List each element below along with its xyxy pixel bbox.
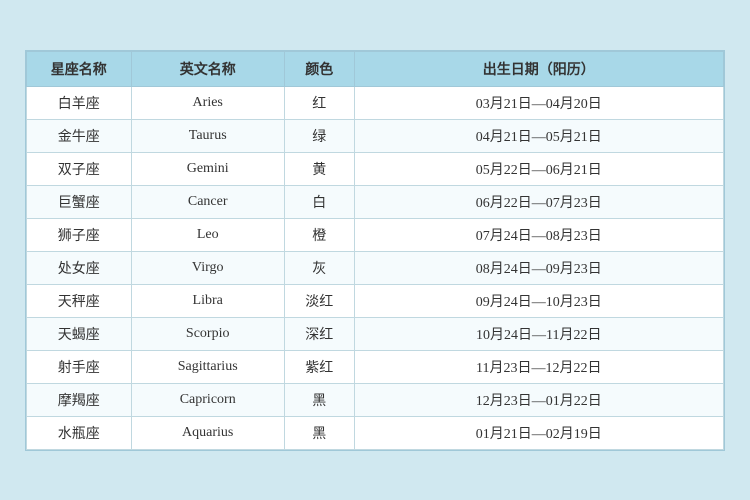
zodiac-table-container: 星座名称 英文名称 颜色 出生日期（阳历） 白羊座Aries红03月21日—04… <box>25 50 725 451</box>
table-row: 巨蟹座Cancer白06月22日—07月23日 <box>27 185 724 218</box>
cell-date: 11月23日—12月22日 <box>354 350 723 383</box>
cell-color: 黑 <box>284 416 354 449</box>
cell-english: Cancer <box>131 185 284 218</box>
cell-chinese: 巨蟹座 <box>27 185 132 218</box>
table-row: 水瓶座Aquarius黑01月21日—02月19日 <box>27 416 724 449</box>
cell-english: Libra <box>131 284 284 317</box>
cell-english: Aquarius <box>131 416 284 449</box>
cell-english: Leo <box>131 218 284 251</box>
cell-english: Aries <box>131 86 284 119</box>
table-row: 金牛座Taurus绿04月21日—05月21日 <box>27 119 724 152</box>
table-row: 白羊座Aries红03月21日—04月20日 <box>27 86 724 119</box>
cell-english: Sagittarius <box>131 350 284 383</box>
cell-color: 灰 <box>284 251 354 284</box>
cell-date: 03月21日—04月20日 <box>354 86 723 119</box>
cell-chinese: 处女座 <box>27 251 132 284</box>
cell-english: Virgo <box>131 251 284 284</box>
cell-date: 07月24日—08月23日 <box>354 218 723 251</box>
table-row: 摩羯座Capricorn黑12月23日—01月22日 <box>27 383 724 416</box>
cell-date: 12月23日—01月22日 <box>354 383 723 416</box>
cell-date: 01月21日—02月19日 <box>354 416 723 449</box>
table-row: 天蝎座Scorpio深红10月24日—11月22日 <box>27 317 724 350</box>
cell-color: 深红 <box>284 317 354 350</box>
cell-chinese: 摩羯座 <box>27 383 132 416</box>
cell-chinese: 金牛座 <box>27 119 132 152</box>
cell-date: 08月24日—09月23日 <box>354 251 723 284</box>
cell-chinese: 双子座 <box>27 152 132 185</box>
table-body: 白羊座Aries红03月21日—04月20日金牛座Taurus绿04月21日—0… <box>27 86 724 449</box>
table-row: 狮子座Leo橙07月24日—08月23日 <box>27 218 724 251</box>
table-row: 处女座Virgo灰08月24日—09月23日 <box>27 251 724 284</box>
cell-chinese: 水瓶座 <box>27 416 132 449</box>
cell-date: 10月24日—11月22日 <box>354 317 723 350</box>
cell-english: Taurus <box>131 119 284 152</box>
table-header-row: 星座名称 英文名称 颜色 出生日期（阳历） <box>27 51 724 86</box>
cell-chinese: 天秤座 <box>27 284 132 317</box>
header-date: 出生日期（阳历） <box>354 51 723 86</box>
cell-date: 06月22日—07月23日 <box>354 185 723 218</box>
header-color: 颜色 <box>284 51 354 86</box>
cell-color: 绿 <box>284 119 354 152</box>
table-row: 射手座Sagittarius紫红11月23日—12月22日 <box>27 350 724 383</box>
table-row: 天秤座Libra淡红09月24日—10月23日 <box>27 284 724 317</box>
cell-date: 09月24日—10月23日 <box>354 284 723 317</box>
header-chinese: 星座名称 <box>27 51 132 86</box>
header-english: 英文名称 <box>131 51 284 86</box>
cell-chinese: 射手座 <box>27 350 132 383</box>
cell-date: 05月22日—06月21日 <box>354 152 723 185</box>
cell-chinese: 狮子座 <box>27 218 132 251</box>
cell-chinese: 白羊座 <box>27 86 132 119</box>
cell-color: 红 <box>284 86 354 119</box>
cell-english: Capricorn <box>131 383 284 416</box>
cell-color: 黄 <box>284 152 354 185</box>
cell-color: 黑 <box>284 383 354 416</box>
cell-color: 橙 <box>284 218 354 251</box>
zodiac-table: 星座名称 英文名称 颜色 出生日期（阳历） 白羊座Aries红03月21日—04… <box>26 51 724 450</box>
cell-color: 淡红 <box>284 284 354 317</box>
cell-english: Gemini <box>131 152 284 185</box>
cell-english: Scorpio <box>131 317 284 350</box>
cell-color: 白 <box>284 185 354 218</box>
cell-chinese: 天蝎座 <box>27 317 132 350</box>
cell-date: 04月21日—05月21日 <box>354 119 723 152</box>
table-row: 双子座Gemini黄05月22日—06月21日 <box>27 152 724 185</box>
cell-color: 紫红 <box>284 350 354 383</box>
